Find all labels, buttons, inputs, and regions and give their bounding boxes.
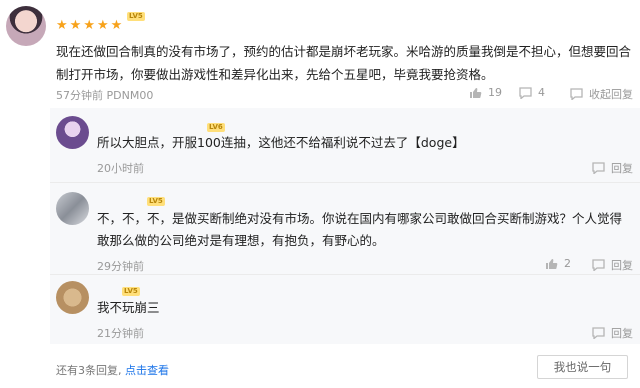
comment-icon — [570, 88, 583, 100]
like-button[interactable]: 2 — [545, 257, 571, 270]
comment-icon — [519, 86, 532, 99]
reply-button[interactable]: 回复 — [592, 257, 633, 273]
like-count: 2 — [564, 257, 571, 270]
level-badge: LV6 — [207, 123, 225, 132]
comment-icon — [592, 259, 605, 271]
user-avatar[interactable] — [56, 192, 89, 225]
star-icon: ★ — [69, 18, 82, 33]
reply-item: LV6 所以大胆点，开服100连抽，这他还不给福利说不过去了【doge】 20小… — [50, 108, 640, 180]
thumbs-up-icon — [545, 258, 558, 270]
level-badge: LV5 — [122, 287, 140, 296]
reply-button-label: 回复 — [611, 162, 633, 175]
reply-timestamp: 20小时前 — [97, 162, 144, 175]
view-more-link[interactable]: 点击查看 — [125, 364, 169, 377]
comment-icon — [592, 162, 605, 174]
comment-timestamp: 57分钟前 — [56, 89, 103, 102]
comment-count: 4 — [538, 86, 545, 99]
reply-timestamp: 29分钟前 — [97, 260, 144, 273]
reply-timestamp: 21分钟前 — [97, 327, 144, 340]
device-name: PDNM00 — [106, 89, 154, 102]
thumbs-up-icon — [469, 87, 482, 99]
reply-button[interactable]: 回复 — [592, 325, 633, 341]
star-rating: ★ ★ ★ ★ ★ — [56, 19, 122, 33]
collapse-replies-label: 收起回复 — [589, 88, 633, 101]
star-icon: ★ — [110, 18, 123, 33]
user-avatar[interactable] — [56, 116, 89, 149]
comment-meta: 57分钟前 PDNM00 — [56, 87, 153, 103]
reply-text: 不，不，不，是做买断制绝对没有市场。你说在国内有哪家公司敢做回合买断制游戏？个人… — [97, 211, 623, 248]
reply-button[interactable]: 回复 — [592, 160, 633, 176]
star-icon: ★ — [96, 18, 109, 33]
comment-count-button[interactable]: 4 — [519, 86, 545, 99]
level-badge: LV5 — [127, 12, 145, 21]
star-icon: ★ — [56, 18, 68, 33]
comment-text: 现在还做回合制真的没有市场了，预约的估计都是崩坏老玩家。米哈游的质量我倒是不担心… — [56, 44, 632, 82]
level-badge: LV5 — [147, 197, 165, 206]
reply-button-label: 回复 — [611, 259, 633, 272]
more-replies-count: 还有3条回复, — [56, 364, 122, 377]
reply-text: 我不玩崩三 — [97, 300, 160, 315]
user-avatar[interactable] — [56, 281, 89, 314]
reply-item: LV5 我不玩崩三 21分钟前 回复 — [50, 274, 640, 344]
comment-icon — [592, 327, 605, 339]
reply-input-button[interactable]: 我也说一句 — [537, 355, 628, 379]
reply-item: LV5 不，不，不，是做买断制绝对没有市场。你说在国内有哪家公司敢做回合买断制游… — [50, 182, 640, 276]
star-icon: ★ — [83, 18, 95, 33]
collapse-replies-button[interactable]: 收起回复 — [570, 86, 633, 102]
like-button[interactable]: 19 — [469, 86, 502, 99]
reply-text: 所以大胆点，开服100连抽，这他还不给福利说不过去了【doge】 — [97, 135, 465, 150]
reply-button-label: 回复 — [611, 327, 633, 340]
reply-list: LV6 所以大胆点，开服100连抽，这他还不给福利说不过去了【doge】 20小… — [50, 108, 640, 344]
more-replies: 还有3条回复, 点击查看 — [56, 362, 169, 378]
user-avatar[interactable] — [6, 6, 46, 46]
main-comment: ★ ★ ★ ★ ★ LV5 现在还做回合制真的没有市场了，预约的估计都是崩坏老玩… — [0, 0, 640, 108]
like-count: 19 — [488, 86, 502, 99]
